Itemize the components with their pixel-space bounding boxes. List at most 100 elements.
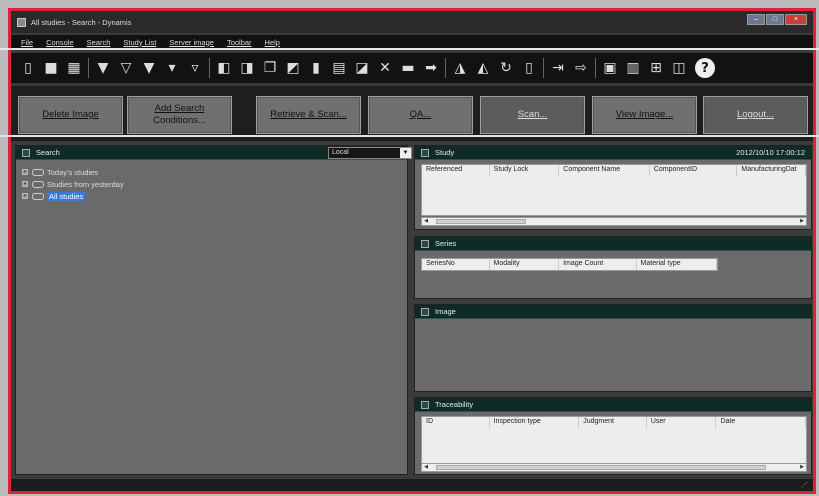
screenshot-background: All studies - Search - Dynamis – □ × Fil… bbox=[0, 0, 819, 496]
filter-icon[interactable]: ▽ bbox=[115, 57, 137, 79]
scroll-left-icon[interactable]: ◀ bbox=[422, 218, 430, 225]
location-select[interactable]: Local ▼ bbox=[328, 147, 412, 159]
import-icon[interactable]: ◧ bbox=[213, 57, 235, 79]
series-panel: Series SeriesNo Modality Image Count Mat… bbox=[414, 236, 812, 299]
logout-button[interactable]: Logout... bbox=[703, 96, 808, 134]
column-header[interactable]: ComponentID bbox=[650, 165, 738, 176]
annotation-line bbox=[0, 135, 819, 137]
column-header[interactable]: SeriesNo bbox=[422, 259, 490, 270]
column-header[interactable]: Inspection type bbox=[490, 417, 580, 428]
export-icon[interactable]: ◨ bbox=[236, 57, 258, 79]
column-header[interactable]: Image Count bbox=[559, 259, 637, 270]
new-document-icon[interactable]: ▯ bbox=[17, 57, 39, 79]
column-header[interactable]: Modality bbox=[490, 259, 560, 270]
forward-icon[interactable]: ➡ bbox=[420, 57, 442, 79]
archive-icon[interactable]: ▬ bbox=[397, 57, 419, 79]
qa-button[interactable]: QA... bbox=[368, 96, 473, 134]
network-icon[interactable]: ⊞ bbox=[645, 57, 667, 79]
window-title: All studies - Search - Dynamis bbox=[31, 17, 132, 27]
resize-grip-icon[interactable]: ⋰ bbox=[801, 481, 809, 489]
tree-item-label: All studies bbox=[47, 191, 86, 201]
menu-file[interactable]: File bbox=[21, 38, 33, 47]
column-header[interactable]: Component Name bbox=[559, 165, 650, 176]
document-icon[interactable]: ▮ bbox=[305, 57, 327, 79]
expand-icon[interactable]: + bbox=[22, 193, 28, 199]
filter-apply-icon[interactable]: ▾ bbox=[161, 57, 183, 79]
column-header[interactable]: ID bbox=[422, 417, 490, 428]
image-panel-header: Image bbox=[415, 305, 811, 319]
search-tree: + Today's studies + Studies from yesterd… bbox=[22, 166, 124, 202]
filter-clear-icon[interactable]: ▼ bbox=[92, 57, 114, 79]
image-panel: Image bbox=[414, 304, 812, 392]
layout-icon[interactable]: ◫ bbox=[668, 57, 690, 79]
add-search-conditions-button[interactable]: Add Search Conditions... bbox=[127, 96, 232, 134]
maximize-button[interactable]: □ bbox=[766, 14, 784, 25]
toolbar-separator bbox=[88, 58, 89, 78]
toolbar-separator bbox=[445, 58, 446, 78]
help-icon[interactable]: ? bbox=[695, 58, 715, 78]
study-table: Referenced Study Lock Component Name Com… bbox=[421, 164, 807, 216]
chevron-down-icon[interactable]: ▼ bbox=[400, 148, 411, 158]
file-icon[interactable]: ▯ bbox=[518, 57, 540, 79]
delete-image-button[interactable]: Delete Image bbox=[18, 96, 123, 134]
action-button-bar: Delete Image Add Search Conditions... Ret… bbox=[11, 86, 813, 141]
login-icon[interactable]: ⇥ bbox=[547, 57, 569, 79]
menu-study-list[interactable]: Study List bbox=[123, 38, 156, 47]
retrieve-icon[interactable]: ◮ bbox=[449, 57, 471, 79]
tree-item-todays-studies[interactable]: + Today's studies bbox=[22, 166, 124, 178]
traceability-horizontal-scrollbar[interactable]: ◀ ▶ bbox=[421, 463, 807, 472]
expand-icon[interactable]: + bbox=[22, 181, 28, 187]
view-image-label: View Image... bbox=[615, 109, 674, 120]
move-icon[interactable]: ◩ bbox=[282, 57, 304, 79]
search-folder-icon bbox=[32, 192, 44, 200]
menu-search[interactable]: Search bbox=[87, 38, 111, 47]
menu-help[interactable]: Help bbox=[265, 38, 280, 47]
monitor-icon[interactable]: ▣ bbox=[599, 57, 621, 79]
refresh-icon[interactable]: ↻ bbox=[495, 57, 517, 79]
menu-toolbar[interactable]: Toolbar bbox=[227, 38, 252, 47]
add-search-label-line2: Conditions... bbox=[153, 115, 206, 126]
close-button[interactable]: × bbox=[785, 14, 807, 25]
filter-add-icon[interactable]: ▼ bbox=[138, 57, 160, 79]
study-horizontal-scrollbar[interactable]: ◀ ▶ bbox=[421, 217, 807, 226]
menu-console[interactable]: Console bbox=[46, 38, 74, 47]
column-header[interactable]: Judgment bbox=[579, 417, 647, 428]
logout-icon[interactable]: ⇨ bbox=[570, 57, 592, 79]
qa-document-icon[interactable]: ▦ bbox=[63, 57, 85, 79]
expand-icon[interactable]: + bbox=[22, 169, 28, 175]
column-header[interactable]: Date bbox=[716, 417, 807, 428]
column-header[interactable]: Material type bbox=[637, 259, 717, 270]
scroll-thumb[interactable] bbox=[436, 219, 526, 224]
scroll-thumb[interactable] bbox=[436, 465, 766, 470]
tree-item-label: Today's studies bbox=[47, 167, 99, 177]
toolbar-separator bbox=[543, 58, 544, 78]
toolbar-separator bbox=[595, 58, 596, 78]
tree-item-studies-yesterday[interactable]: + Studies from yesterday bbox=[22, 178, 124, 190]
open-document-icon[interactable]: ■ bbox=[40, 57, 62, 79]
filter-edit-icon[interactable]: ▿ bbox=[184, 57, 206, 79]
send-icon[interactable]: ◪ bbox=[351, 57, 373, 79]
scroll-right-icon[interactable]: ▶ bbox=[798, 218, 806, 225]
scroll-left-icon[interactable]: ◀ bbox=[422, 464, 430, 471]
tree-item-all-studies[interactable]: + All studies bbox=[22, 190, 124, 202]
column-header[interactable]: Referenced bbox=[422, 165, 490, 176]
column-header[interactable]: User bbox=[647, 417, 717, 428]
add-search-label-line1: Add Search bbox=[154, 103, 205, 114]
copy-icon[interactable]: ❐ bbox=[259, 57, 281, 79]
search-icon bbox=[22, 148, 30, 157]
tools-icon[interactable]: ✕ bbox=[374, 57, 396, 79]
retrieve-scan-button[interactable]: Retrieve & Scan... bbox=[256, 96, 361, 134]
minimize-button[interactable]: – bbox=[747, 14, 765, 25]
retrieve-scan-icon[interactable]: ◭ bbox=[472, 57, 494, 79]
server-icon[interactable]: ▥ bbox=[622, 57, 644, 79]
column-header[interactable]: ManufacturingDat bbox=[737, 165, 807, 176]
tree-item-label: Studies from yesterday bbox=[47, 179, 124, 189]
menu-server-image[interactable]: Server image bbox=[169, 38, 214, 47]
scan-button[interactable]: Scan... bbox=[480, 96, 585, 134]
print-icon[interactable]: ▤ bbox=[328, 57, 350, 79]
scroll-right-icon[interactable]: ▶ bbox=[798, 464, 806, 471]
window-controls: – □ × bbox=[747, 14, 807, 25]
delete-image-label: Delete Image bbox=[42, 109, 99, 120]
view-image-button[interactable]: View Image... bbox=[592, 96, 697, 134]
column-header[interactable]: Study Lock bbox=[490, 165, 560, 176]
